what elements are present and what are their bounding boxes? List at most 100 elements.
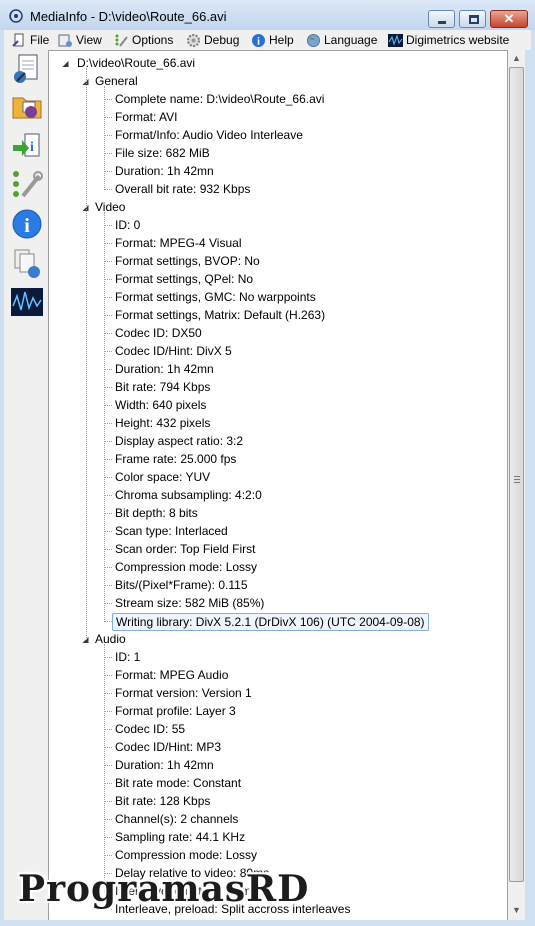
tree-section-audio[interactable]: Audio — [95, 630, 126, 648]
scroll-up-arrow[interactable]: ▲ — [508, 50, 525, 67]
tree-connector — [104, 783, 112, 784]
tree-item[interactable]: Format version: Version 1 — [115, 684, 252, 702]
menu-debug-label: Debug — [204, 33, 240, 47]
svg-text:i: i — [24, 215, 30, 237]
tree-item[interactable]: Bit rate mode: Constant — [115, 774, 241, 792]
tree-item[interactable]: Overall bit rate: 932 Kbps — [115, 180, 250, 198]
tree-item[interactable]: Format: MPEG-4 Visual — [115, 234, 241, 252]
tree-connector — [104, 495, 112, 496]
digimetrics-logo-icon[interactable] — [11, 286, 43, 318]
knowledge-icon[interactable] — [11, 248, 43, 280]
expander-arrow-icon[interactable]: ◢ — [61, 59, 70, 68]
tree-item[interactable]: Codec ID/Hint: MP3 — [115, 738, 221, 756]
tree-connector — [104, 513, 112, 514]
tree-item[interactable]: Complete name: D:\video\Route_66.avi — [115, 90, 324, 108]
watermark-text: ProgramasRD — [18, 868, 310, 910]
tree-item[interactable]: Scan order: Top Field First — [115, 540, 256, 558]
tree-connector — [104, 621, 112, 622]
tree-connector — [104, 225, 112, 226]
tree-item[interactable]: Format profile: Layer 3 — [115, 702, 236, 720]
tree-connector — [104, 819, 112, 820]
tree-item[interactable]: Format settings, BVOP: No — [115, 252, 260, 270]
tree-guide-line — [86, 68, 87, 640]
close-icon: ✕ — [503, 11, 515, 26]
svg-text:i: i — [257, 37, 260, 48]
tree-item[interactable]: Compression mode: Lossy — [115, 558, 257, 576]
tree-item[interactable]: Duration: 1h 42mn — [115, 162, 214, 180]
tree-item[interactable]: Scan type: Interlaced — [115, 522, 228, 540]
tree-item[interactable]: Writing library: DivX 5.2.1 (DrDivX 106)… — [112, 613, 429, 631]
tree-item[interactable]: Codec ID: 55 — [115, 720, 185, 738]
tree-item[interactable]: Format/Info: Audio Video Interleave — [115, 126, 303, 144]
maximize-button[interactable] — [459, 10, 486, 28]
tree-connector — [104, 567, 112, 568]
about-icon[interactable]: i — [11, 208, 43, 240]
open-folder-icon[interactable] — [11, 90, 43, 122]
help-icon: i — [252, 34, 265, 48]
tree-item[interactable]: Format: MPEG Audio — [115, 666, 228, 684]
preferences-icon[interactable] — [11, 168, 43, 200]
tree-item[interactable]: ID: 0 — [115, 216, 140, 234]
tree-section-general[interactable]: General — [95, 72, 138, 90]
mediainfo-app-icon — [9, 9, 23, 23]
tree-item[interactable]: Channel(s): 2 channels — [115, 810, 238, 828]
tree-item[interactable]: Height: 432 pixels — [115, 414, 210, 432]
tree-item[interactable]: Format: AVI — [115, 108, 177, 126]
menu-view-label: View — [76, 33, 102, 47]
tree-connector — [104, 189, 112, 190]
open-file-icon[interactable] — [11, 53, 43, 85]
digimetrics-icon — [388, 34, 403, 47]
info-tree-view[interactable]: ◢ D:\video\Route_66.avi ◢ General Complete n… — [48, 50, 508, 922]
thumb-grip-line — [514, 482, 520, 483]
tree-item[interactable]: Bit rate: 128 Kbps — [115, 792, 210, 810]
tree-item[interactable]: Format settings, GMC: No warppoints — [115, 288, 316, 306]
export-icon[interactable]: i — [11, 130, 43, 162]
menu-file-label: File — [30, 33, 50, 47]
tree-connector — [104, 243, 112, 244]
tree-connector — [104, 117, 112, 118]
tree-connector — [104, 279, 112, 280]
tree-item[interactable]: Frame rate: 25.000 fps — [115, 450, 236, 468]
tree-item[interactable]: Duration: 1h 42mn — [115, 360, 214, 378]
tree-connector — [104, 675, 112, 676]
tree-connector — [104, 333, 112, 334]
tree-item[interactable]: Bit depth: 8 bits — [115, 504, 198, 522]
minimize-button[interactable] — [428, 10, 455, 28]
maximize-icon — [469, 15, 479, 24]
tree-item[interactable]: Bits/(Pixel*Frame): 0.115 — [115, 576, 248, 594]
scroll-thumb[interactable] — [509, 67, 524, 882]
tree-connector — [104, 765, 112, 766]
tree-item[interactable]: ID: 1 — [115, 648, 140, 666]
tree-item[interactable]: Format settings, Matrix: Default (H.263) — [115, 306, 325, 324]
tree-item[interactable]: Sampling rate: 44.1 KHz — [115, 828, 245, 846]
tree-item[interactable]: Bit rate: 794 Kbps — [115, 378, 210, 396]
vertical-scrollbar[interactable]: ▲ ▼ — [508, 50, 525, 922]
tree-connector — [104, 477, 112, 478]
close-button[interactable]: ✕ — [490, 10, 528, 28]
tree-connector — [104, 387, 112, 388]
tree-connector — [104, 801, 112, 802]
tree-item[interactable]: Duration: 1h 42mn — [115, 756, 214, 774]
tree-item[interactable]: Format settings, QPel: No — [115, 270, 253, 288]
tree-item[interactable]: Display aspect ratio: 3:2 — [115, 432, 243, 450]
tree-item[interactable]: Stream size: 582 MiB (85%) — [115, 594, 264, 612]
tree-item[interactable]: Codec ID: DX50 — [115, 324, 202, 342]
tree-item[interactable]: Codec ID/Hint: DivX 5 — [115, 342, 232, 360]
tree-connector — [104, 711, 112, 712]
language-icon — [307, 34, 320, 47]
tree-root-file[interactable]: D:\video\Route_66.avi — [77, 54, 195, 72]
tree-item[interactable]: Color space: YUV — [115, 468, 210, 486]
tree-item[interactable]: Width: 640 pixels — [115, 396, 206, 414]
tree-connector — [104, 351, 112, 352]
options-icon — [115, 34, 128, 47]
tree-section-video[interactable]: Video — [95, 198, 125, 216]
tree-item[interactable]: Chroma subsampling: 4:2:0 — [115, 486, 262, 504]
menu-digimetrics-label: Digimetrics website — [406, 33, 510, 47]
menu-language-label: Language — [324, 33, 378, 47]
tree-item[interactable]: File size: 682 MiB — [115, 144, 210, 162]
tree-connector — [104, 531, 112, 532]
scroll-down-arrow[interactable]: ▼ — [508, 902, 525, 919]
tree-guide-line — [104, 212, 105, 622]
tree-connector — [104, 261, 112, 262]
tree-connector — [104, 549, 112, 550]
